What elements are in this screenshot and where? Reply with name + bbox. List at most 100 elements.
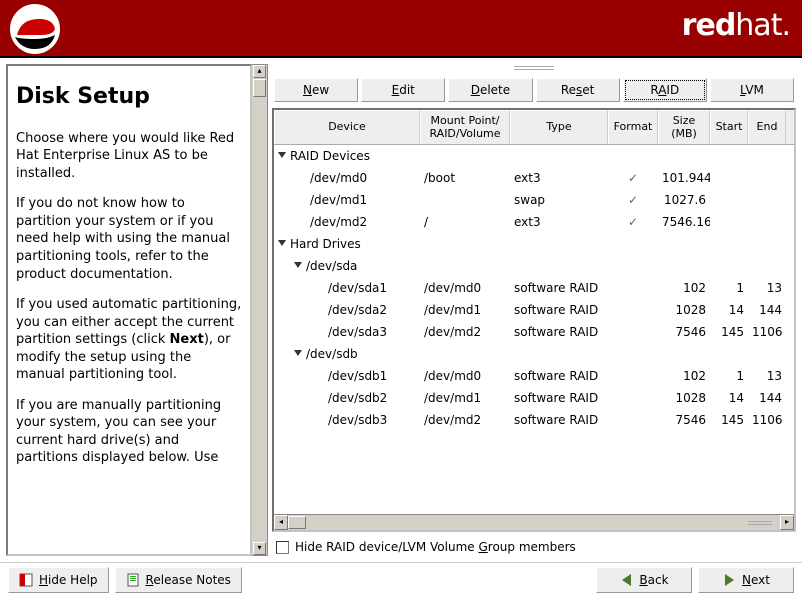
redhat-logo-text: redhat. <box>682 8 790 43</box>
back-button[interactable]: Back <box>596 567 692 593</box>
col-mount[interactable]: Mount Point/ RAID/Volume <box>420 110 510 144</box>
cell: 7546 <box>658 413 710 427</box>
cell: 101.944 <box>658 171 710 185</box>
lvm-button[interactable]: LVM <box>710 78 794 102</box>
cell: /dev/sda3 <box>274 325 420 339</box>
cell: 14 <box>710 391 748 405</box>
cell: 7546.16 <box>658 215 710 229</box>
hide-help-icon <box>19 573 33 587</box>
pane-gripper[interactable] <box>272 64 796 72</box>
tree-group[interactable]: /dev/sdb <box>274 343 794 365</box>
help-title: Disk Setup <box>16 82 242 112</box>
h-scroll-thumb[interactable] <box>288 516 306 529</box>
redhat-shadowman-icon <box>0 0 70 58</box>
cell: software RAID <box>510 413 608 427</box>
help-paragraph: If you do not know how to partition your… <box>16 195 242 283</box>
cell: 14 <box>710 303 748 317</box>
col-format[interactable]: Format <box>608 110 658 144</box>
cell: 13 <box>748 369 786 383</box>
col-type[interactable]: Type <box>510 110 608 144</box>
cell: / <box>420 215 510 229</box>
table-row[interactable]: /dev/md2/ext3✓7546.16 <box>274 211 794 233</box>
cell: software RAID <box>510 325 608 339</box>
expand-icon[interactable] <box>294 350 302 356</box>
table-header: Device Mount Point/ RAID/Volume Type For… <box>274 110 794 145</box>
cell: /dev/md2 <box>420 413 510 427</box>
cell: /dev/md2 <box>274 215 420 229</box>
cell: 145 <box>710 413 748 427</box>
cell: 1106 <box>748 413 786 427</box>
h-gripper[interactable] <box>740 515 780 530</box>
hide-members-checkbox[interactable] <box>276 541 289 554</box>
scroll-down-icon[interactable]: ▾ <box>253 542 266 555</box>
delete-button[interactable]: Delete <box>448 78 532 102</box>
next-button[interactable]: Next <box>698 567 794 593</box>
scroll-thumb[interactable] <box>253 79 266 97</box>
cell: /dev/sdb1 <box>274 369 420 383</box>
help-scrollbar[interactable]: ▴ ▾ <box>252 64 268 556</box>
horizontal-scrollbar[interactable]: ◂ ▸ <box>274 514 794 530</box>
header-bar: redhat. <box>0 0 802 58</box>
cell: 1028 <box>658 303 710 317</box>
scroll-up-icon[interactable]: ▴ <box>253 65 266 78</box>
col-size[interactable]: Size (MB) <box>658 110 710 144</box>
raid-button[interactable]: RAID <box>623 78 707 102</box>
edit-button[interactable]: Edit <box>361 78 445 102</box>
cell: software RAID <box>510 369 608 383</box>
cell: /dev/md0 <box>274 171 420 185</box>
hide-members-row[interactable]: Hide RAID device/LVM Volume Group member… <box>272 538 796 556</box>
table-row[interactable]: /dev/md0/bootext3✓101.944 <box>274 167 794 189</box>
cell: 7546 <box>658 325 710 339</box>
table-row[interactable]: /dev/sda2/dev/md1software RAID102814144 <box>274 299 794 321</box>
table-row[interactable]: /dev/sda1/dev/md0software RAID102113 <box>274 277 794 299</box>
cell: /dev/md0 <box>420 369 510 383</box>
cell: ✓ <box>608 215 658 229</box>
cell: /dev/sdb2 <box>274 391 420 405</box>
table-row[interactable]: /dev/md1swap✓1027.6 <box>274 189 794 211</box>
cell: /dev/md0 <box>420 281 510 295</box>
cell: ✓ <box>608 193 658 207</box>
scroll-right-icon[interactable]: ▸ <box>780 515 794 530</box>
table-row[interactable]: /dev/sdb1/dev/md0software RAID102113 <box>274 365 794 387</box>
cell: 1028 <box>658 391 710 405</box>
expand-icon[interactable] <box>278 240 286 246</box>
cell: 102 <box>658 281 710 295</box>
cell: /boot <box>420 171 510 185</box>
cell: 144 <box>748 303 786 317</box>
help-panel: Disk Setup Choose where you would like R… <box>6 64 252 556</box>
reset-button[interactable]: Reset <box>536 78 620 102</box>
expand-icon[interactable] <box>278 152 286 158</box>
release-notes-button[interactable]: Release Notes <box>115 567 242 593</box>
footer-bar: Hide Help Release Notes Back Next <box>0 562 802 596</box>
col-start[interactable]: Start <box>710 110 748 144</box>
cell: /dev/md1 <box>420 303 510 317</box>
cell: software RAID <box>510 391 608 405</box>
tree-group[interactable]: /dev/sda <box>274 255 794 277</box>
table-row[interactable]: /dev/sdb3/dev/md2software RAID7546145110… <box>274 409 794 431</box>
cell: /dev/sda2 <box>274 303 420 317</box>
help-paragraph: Choose where you would like Red Hat Ente… <box>16 130 242 183</box>
cell: /dev/md1 <box>420 391 510 405</box>
col-end[interactable]: End <box>748 110 786 144</box>
cell: ext3 <box>510 171 608 185</box>
group-label: /dev/sdb <box>306 347 358 361</box>
cell: swap <box>510 193 608 207</box>
col-device[interactable]: Device <box>274 110 420 144</box>
partition-toolbar: New Edit Delete Reset RAID LVM <box>272 78 796 102</box>
check-icon: ✓ <box>628 193 638 207</box>
group-label: /dev/sda <box>306 259 357 273</box>
expand-icon[interactable] <box>294 262 302 268</box>
table-body[interactable]: RAID Devices/dev/md0/bootext3✓101.944/de… <box>274 145 794 514</box>
new-button[interactable]: New <box>274 78 358 102</box>
check-icon: ✓ <box>628 215 638 229</box>
table-row[interactable]: /dev/sdb2/dev/md1software RAID102814144 <box>274 387 794 409</box>
hide-help-button[interactable]: Hide Help <box>8 567 109 593</box>
cell: /dev/sda1 <box>274 281 420 295</box>
partition-table: Device Mount Point/ RAID/Volume Type For… <box>272 108 796 532</box>
table-row[interactable]: /dev/sda3/dev/md2software RAID7546145110… <box>274 321 794 343</box>
tree-group[interactable]: RAID Devices <box>274 145 794 167</box>
cell: /dev/md2 <box>420 325 510 339</box>
tree-group[interactable]: Hard Drives <box>274 233 794 255</box>
scroll-left-icon[interactable]: ◂ <box>274 515 288 530</box>
cell: software RAID <box>510 281 608 295</box>
